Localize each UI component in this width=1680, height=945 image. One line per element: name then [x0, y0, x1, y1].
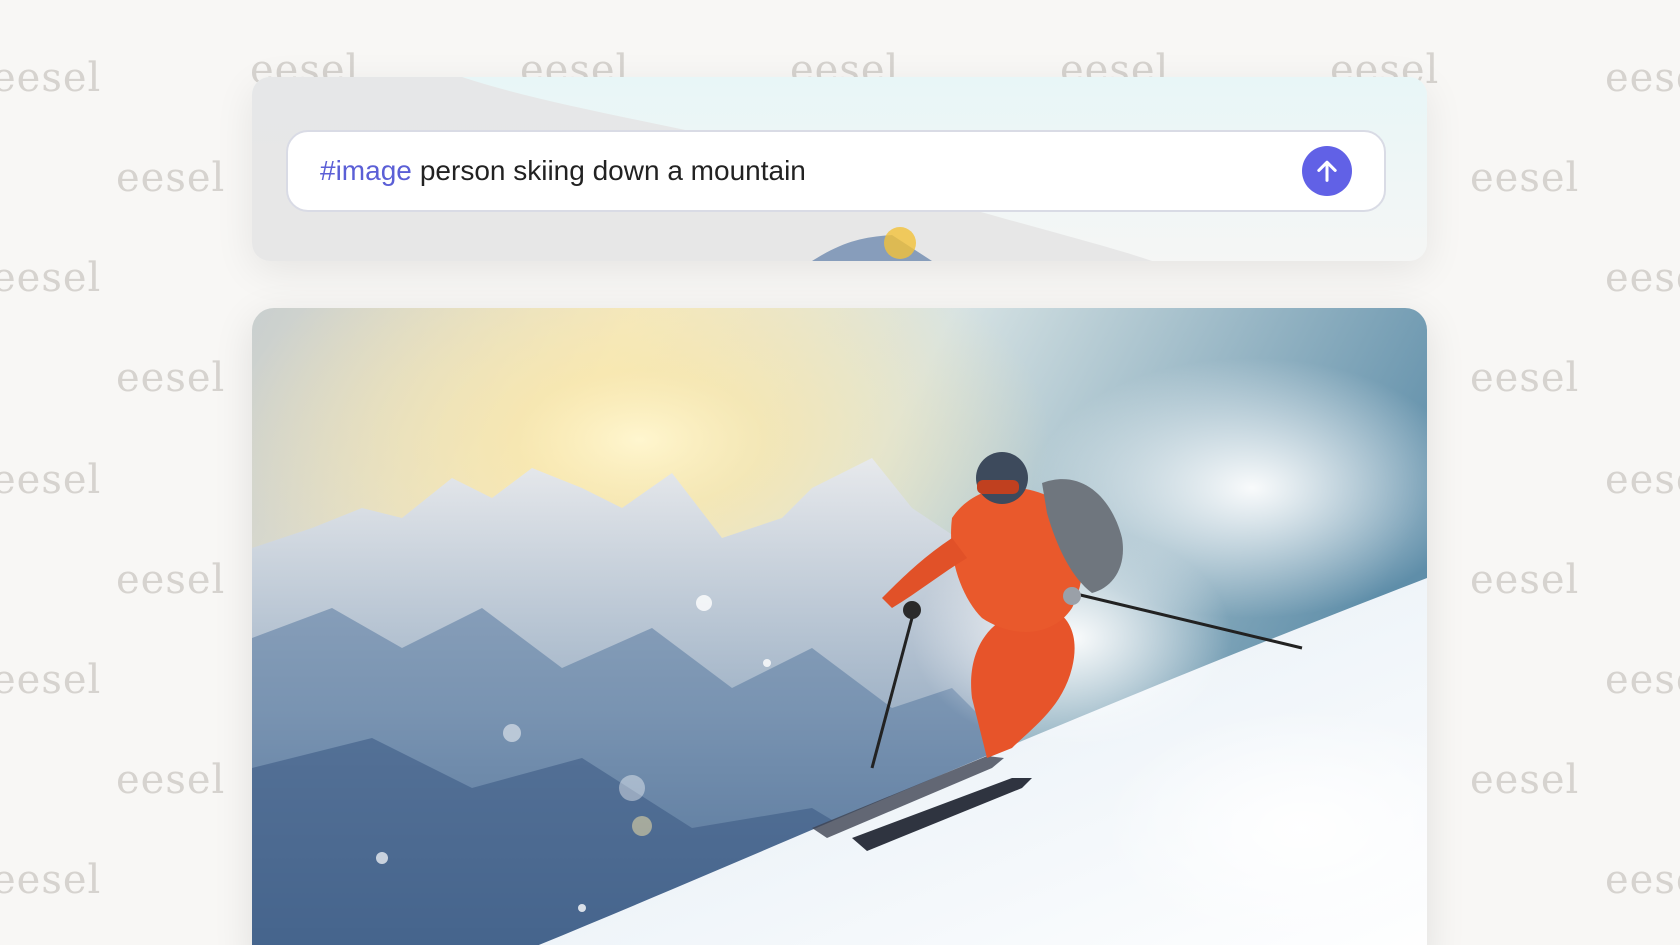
watermark-text: eesel	[1470, 557, 1580, 603]
generated-image	[252, 308, 1427, 945]
watermark-text: eesel	[0, 255, 102, 301]
watermark-text: eesel	[116, 757, 226, 803]
watermark-text: eesel	[1605, 657, 1680, 703]
canvas: eesel eesel eesel eesel eesel eesel eesel eesel…	[0, 0, 1680, 945]
arrow-up-icon	[1317, 160, 1337, 182]
skier-image	[252, 308, 1427, 945]
prompt-text: person skiing down a mountain	[419, 155, 806, 186]
watermark-text: eesel	[0, 657, 102, 703]
prompt-input[interactable]: #image person skiing down a mountain	[286, 130, 1386, 212]
watermark-text: eesel	[0, 857, 102, 903]
watermark-text: eesel	[116, 355, 226, 401]
send-button[interactable]	[1302, 146, 1352, 196]
watermark-text: eesel	[116, 557, 226, 603]
prompt-tag: #image	[320, 155, 412, 186]
watermark-text: eesel	[1470, 757, 1580, 803]
watermark-text: eesel	[1605, 857, 1680, 903]
prompt-card: #image person skiing down a mountain	[252, 77, 1427, 261]
watermark-text: eesel	[1470, 355, 1580, 401]
watermark-text: eesel	[1605, 55, 1680, 101]
watermark-text: eesel	[1605, 457, 1680, 503]
watermark-text: eesel	[116, 155, 226, 201]
watermark-text: eesel	[0, 457, 102, 503]
watermark-text: eesel	[1470, 155, 1580, 201]
watermark-text: eesel	[1605, 255, 1680, 301]
watermark-text: eesel	[0, 55, 102, 101]
